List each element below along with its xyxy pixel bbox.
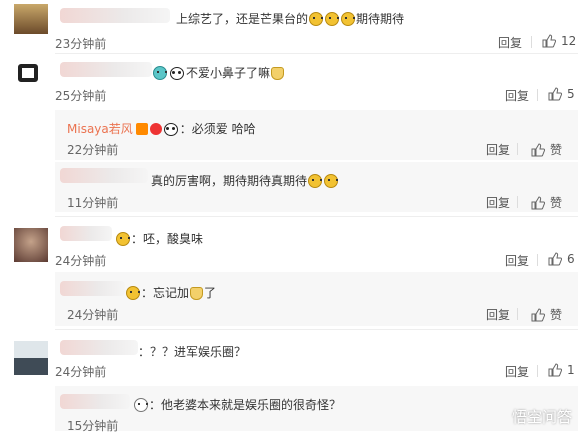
sunglasses-emoji-icon	[126, 286, 140, 300]
comment-item: ：？？进军娱乐圈？ 24分钟前 回复 1	[0, 331, 578, 383]
reply-button[interactable]: 回复	[505, 252, 529, 269]
comment-text: ：？？进军娱乐圈？	[138, 345, 247, 359]
like-button[interactable]: 赞	[531, 306, 562, 323]
comment-item: 不爱小鼻子了嘛 25分钟前 回复 5	[0, 54, 578, 110]
like-button[interactable]: 12	[542, 34, 576, 48]
badge-icon	[134, 398, 148, 412]
comment-item: 上综艺了，还是芒果台的 期待期待 23分钟前 回复 12	[0, 0, 578, 52]
badge-icon	[153, 66, 167, 80]
avatar[interactable]	[14, 60, 48, 94]
username-blurred[interactable]	[60, 62, 152, 77]
username-blurred[interactable]	[60, 226, 112, 241]
reply-button[interactable]: 回复	[505, 363, 529, 380]
reply-item: 真的厉害啊，期待期待真期待 11分钟前 回复 赞	[55, 162, 578, 212]
reply-button[interactable]: 回复	[486, 141, 510, 158]
emoji-icon	[309, 12, 324, 26]
timestamp: 22分钟前	[67, 143, 119, 157]
thumb-up-icon	[548, 363, 562, 377]
username-blurred[interactable]	[60, 8, 170, 23]
vip-icon	[149, 123, 162, 135]
timestamp: 11分钟前	[67, 196, 119, 210]
comment-text: 上综艺了，还是芒果台的 期待期待	[176, 12, 405, 26]
like-button[interactable]: 1	[548, 363, 575, 377]
reply-item: Misaya若风 ：必须爱 哈哈 22分钟前 回复 赞	[55, 110, 578, 160]
emoji-icon	[324, 174, 339, 188]
reply-button[interactable]: 回复	[486, 306, 510, 323]
comment-text: 真的厉害啊，期待期待真期待	[151, 172, 339, 189]
reply-item: ：他老婆本来就是娱乐圈的很奇怪？ 15分钟前	[55, 386, 578, 433]
comment-text: ：忘记加了	[125, 284, 216, 301]
reply-button[interactable]: 回复	[486, 194, 510, 211]
avatar[interactable]	[14, 341, 48, 375]
cat-emoji-icon	[271, 67, 285, 80]
avatar[interactable]	[14, 4, 48, 34]
username-link[interactable]: Misaya若风	[67, 122, 133, 136]
emoji-icon	[325, 12, 340, 26]
thumb-up-icon	[548, 87, 562, 101]
thumb-up-icon	[531, 308, 545, 322]
username-blurred[interactable]	[60, 394, 130, 409]
timestamp: 23分钟前	[55, 37, 107, 51]
comment-item: ：呸，酸臭味 24分钟前 回复 6	[0, 218, 578, 270]
comment-text: ：他老婆本来就是娱乐圈的很奇怪？	[133, 396, 341, 413]
thumb-up-icon	[548, 252, 562, 266]
timestamp: 24分钟前	[55, 365, 107, 379]
like-button[interactable]: 6	[548, 252, 575, 266]
timestamp: 15分钟前	[67, 419, 119, 433]
avatar[interactable]	[14, 228, 48, 262]
panda-emoji-icon	[163, 123, 178, 136]
reply-button[interactable]: 回复	[498, 34, 522, 51]
sunglasses-emoji-icon	[116, 232, 130, 246]
reply-item: ：忘记加了 24分钟前 回复 赞	[55, 272, 578, 326]
username-blurred[interactable]	[60, 340, 138, 355]
watermark-logo: 悟空问答	[511, 408, 572, 426]
thumb-up-icon	[542, 34, 556, 48]
like-button[interactable]: 赞	[531, 194, 562, 211]
comment-text: 不爱小鼻子了嘛	[152, 64, 285, 81]
like-button[interactable]: 5	[548, 87, 575, 101]
thumb-up-icon	[531, 196, 545, 210]
reply-button[interactable]: 回复	[505, 87, 529, 104]
panda-emoji-icon	[170, 67, 184, 80]
timestamp: 25分钟前	[55, 89, 107, 103]
cat-emoji-icon	[190, 287, 204, 300]
like-button[interactable]: 赞	[531, 141, 562, 158]
timestamp: 24分钟前	[55, 254, 107, 268]
timestamp: 24分钟前	[67, 308, 119, 322]
emoji-icon	[308, 174, 323, 188]
username-blurred[interactable]	[60, 168, 148, 183]
username-blurred[interactable]	[60, 281, 125, 296]
comment-text: Misaya若风 ：必须爱 哈哈	[67, 122, 256, 136]
verified-icon	[135, 123, 148, 135]
emoji-icon	[341, 12, 356, 26]
comment-text: ：呸，酸臭味	[115, 230, 203, 247]
thumb-up-icon	[531, 143, 545, 157]
